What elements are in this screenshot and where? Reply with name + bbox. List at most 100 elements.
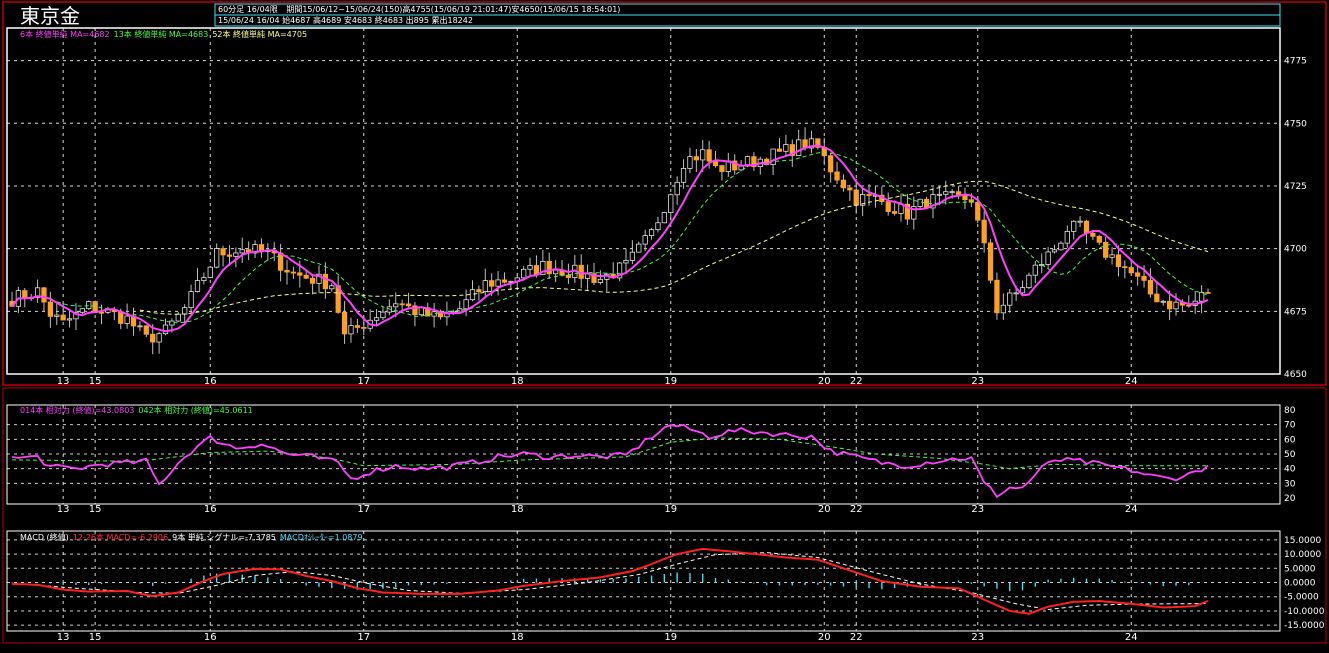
- x-tick-label: 22: [850, 632, 863, 643]
- candle-body: [399, 303, 405, 306]
- x-tick-label: 24: [1125, 376, 1138, 387]
- candle-body: [885, 201, 891, 212]
- price-tick-label: 4700: [1284, 245, 1307, 255]
- candle-body: [150, 333, 156, 343]
- candle-body: [1096, 235, 1102, 243]
- candle-body: [943, 191, 949, 195]
- candle-body: [706, 149, 712, 162]
- x-tick-label: 23: [971, 504, 984, 515]
- candle-body: [648, 229, 655, 237]
- legend-entry: MACDｵｼﾚｰﾀｰ=1.0879: [279, 533, 363, 542]
- candle-body: [1186, 304, 1192, 307]
- candle-body: [565, 274, 572, 278]
- candle-body: [955, 191, 962, 195]
- candle-body: [380, 311, 386, 319]
- x-tick-label: 24: [1125, 504, 1138, 515]
- candle-body: [597, 278, 604, 283]
- macd-legend: MACD (終値) 12-26本 MACD=-6.2906 9本 単純 シグナル=-…: [20, 533, 367, 543]
- rsi-tick-label: 60: [1284, 435, 1296, 445]
- candle-body: [188, 291, 194, 309]
- candle-body: [527, 265, 533, 270]
- candle-body: [1173, 301, 1179, 310]
- instrument-title: 東京金: [20, 4, 80, 28]
- macd-plot-area: [6, 530, 1281, 632]
- candle-body: [636, 243, 642, 253]
- candle-body: [329, 285, 335, 290]
- candle-body: [201, 277, 207, 282]
- rsi-legend: 014本 相対力 (終値)=43.0803 042本 相対力 (終値)=45.06…: [20, 406, 257, 416]
- candle-body: [840, 179, 847, 189]
- candle-body: [1154, 293, 1160, 303]
- x-tick-label: 23: [971, 632, 984, 643]
- candle-body: [463, 299, 469, 310]
- candle-body: [1166, 300, 1173, 310]
- x-tick-label: 13: [57, 376, 70, 387]
- candle-body: [66, 318, 73, 321]
- price-tick-label: 4675: [1284, 307, 1307, 317]
- candle-body: [1000, 304, 1006, 314]
- lower-frame: [2, 387, 1327, 644]
- candle-body: [482, 280, 488, 292]
- candle-body: [1128, 267, 1134, 274]
- x-tick-label: 16: [204, 376, 217, 387]
- candle-body: [137, 325, 143, 328]
- chart-svg: 13 13 13 15 15 15 16 16 16 17 17 17 18 18 18 19 19 19 20 20…: [2, 1, 1327, 644]
- x-tick-label: 19: [664, 504, 677, 515]
- candle-body: [847, 187, 853, 191]
- candle-body: [207, 266, 213, 279]
- candle-body: [322, 273, 329, 290]
- last-bar-line: 15/06/24 16/04 始4687 高4689 安4683 終4683 出…: [218, 16, 473, 25]
- candle-body: [776, 148, 783, 152]
- candle-body: [182, 307, 188, 315]
- candle-body: [693, 156, 699, 161]
- candle-body: [828, 155, 834, 173]
- rsi-tick-label: 20: [1284, 494, 1296, 504]
- candle-body: [393, 303, 399, 308]
- x-tick-label: 15: [89, 632, 102, 643]
- ma13-line: [50, 151, 1209, 324]
- candle-body: [1051, 249, 1058, 253]
- x-tick-label: 16: [204, 632, 217, 643]
- x-tick-label: 20: [818, 504, 831, 515]
- candle-body: [418, 307, 424, 316]
- candle-body: [866, 194, 872, 196]
- price-tick-label: 4775: [1284, 57, 1307, 67]
- price-tick-label: 4650: [1284, 370, 1307, 380]
- legend-entry: 52本 終値単純 MA=4705: [212, 30, 308, 39]
- x-tick-label: 18: [511, 504, 524, 515]
- x-tick-label: 19: [664, 376, 677, 387]
- candle-body: [92, 301, 98, 313]
- candle-body: [1007, 292, 1013, 306]
- candle-body: [47, 301, 54, 317]
- candle-body: [162, 324, 169, 335]
- candle-body: [949, 191, 955, 194]
- legend-entry: 014本 相対力 (終値)=43.0803: [20, 406, 135, 415]
- candle-body: [309, 277, 316, 284]
- rsi-tick-label: 30: [1284, 479, 1296, 489]
- candle-body: [553, 269, 559, 275]
- candle-body: [1122, 266, 1128, 269]
- candle-body: [655, 222, 661, 231]
- candle-body: [629, 251, 636, 261]
- header-timeframe: 60分足 16/04限 期間15/06/12~15/06/24(150)高475…: [218, 5, 620, 15]
- rsi14-line: [11, 423, 1209, 499]
- candle-body: [680, 167, 687, 183]
- candle-body: [668, 194, 674, 213]
- legend-entry: 13本 終値単純 MA=4683: [113, 30, 209, 39]
- candle-body: [469, 289, 476, 301]
- x-tick-label: 22: [850, 504, 863, 515]
- macd-tick-label: -10.0000: [1284, 607, 1325, 617]
- x-tick-label: 18: [511, 632, 524, 643]
- candle-body: [476, 289, 482, 292]
- x-tick-label: 13: [57, 632, 70, 643]
- legend-entry: 12-26本 MACD=-6.2906: [72, 533, 169, 542]
- candle-body: [354, 325, 360, 328]
- candle-body: [41, 287, 47, 303]
- chart-window: 13 13 13 15 15 15 16 16 16 17 17 17 18 18 18 19 19 19 20 20…: [0, 0, 1329, 649]
- x-tick-label: 17: [357, 504, 370, 515]
- timeframe-label: 60分足 16/04限: [218, 5, 278, 14]
- candle-body: [1013, 292, 1019, 295]
- candle-body: [341, 312, 348, 335]
- candle-body: [521, 268, 527, 279]
- candle-body: [194, 280, 201, 292]
